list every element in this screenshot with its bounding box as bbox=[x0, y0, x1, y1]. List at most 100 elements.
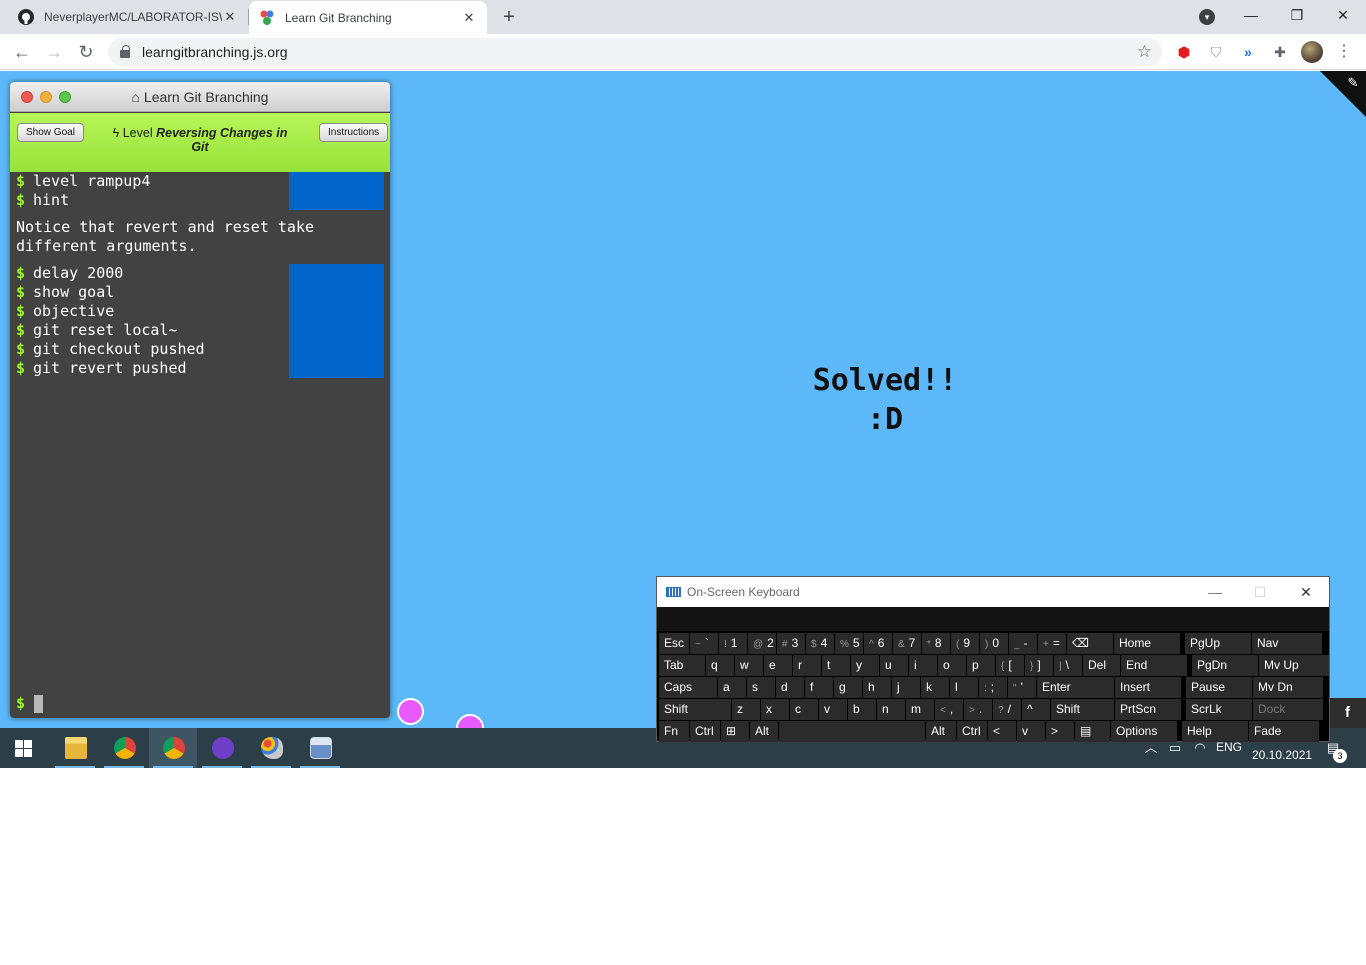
key-options[interactable]: Options bbox=[1111, 721, 1177, 742]
key-enter[interactable]: Enter bbox=[1037, 677, 1114, 698]
key-6[interactable]: ^ 6 bbox=[864, 633, 892, 654]
key-home[interactable]: Home bbox=[1114, 633, 1180, 654]
taskbar-github-desktop[interactable] bbox=[198, 728, 246, 768]
facebook-share-button[interactable]: f bbox=[1329, 698, 1366, 728]
key-symbol[interactable]: " ' bbox=[1008, 677, 1036, 698]
commit-node[interactable] bbox=[397, 698, 424, 725]
key-c[interactable]: c bbox=[790, 699, 818, 720]
key-1[interactable]: ! 1 bbox=[719, 633, 747, 654]
lock-icon[interactable] bbox=[120, 45, 130, 58]
key-symbol[interactable]: + = bbox=[1038, 633, 1066, 654]
key-alt[interactable]: Alt bbox=[750, 721, 778, 742]
clock-date[interactable]: 20.10.2021 bbox=[1252, 748, 1312, 762]
key-8[interactable]: * 8 bbox=[922, 633, 950, 654]
key-a[interactable]: a bbox=[718, 677, 746, 698]
show-goal-button[interactable]: Show Goal bbox=[17, 123, 84, 142]
key-p[interactable]: p bbox=[967, 655, 995, 676]
key-s[interactable]: s bbox=[747, 677, 775, 698]
key-symbol[interactable]: ? / bbox=[993, 699, 1021, 720]
audio-extension-icon[interactable]: » bbox=[1239, 43, 1257, 61]
url-text[interactable]: learngitbranching.js.org bbox=[142, 44, 288, 60]
key-ctrl[interactable]: Ctrl bbox=[690, 721, 720, 742]
battery-icon[interactable]: ▭ bbox=[1167, 740, 1183, 756]
key-n[interactable]: n bbox=[877, 699, 905, 720]
key-symbol[interactable]: _ - bbox=[1009, 633, 1037, 654]
restore-window-button[interactable]: ❐ bbox=[1274, 0, 1320, 30]
key-v[interactable]: v bbox=[819, 699, 847, 720]
key-pgdn[interactable]: PgDn bbox=[1192, 655, 1258, 676]
key-insert[interactable]: Insert bbox=[1115, 677, 1181, 698]
key-r[interactable]: r bbox=[793, 655, 821, 676]
key-9[interactable]: (9 bbox=[951, 633, 979, 654]
key-symbol[interactable]: < bbox=[988, 721, 1016, 742]
key-i[interactable]: i bbox=[909, 655, 937, 676]
close-window-button[interactable]: ✕ bbox=[1320, 0, 1366, 30]
back-icon[interactable]: ← bbox=[10, 40, 34, 64]
key-d[interactable]: d bbox=[776, 677, 804, 698]
extensions-puzzle-icon[interactable]: ✚ bbox=[1271, 43, 1289, 61]
osk-minimize-button[interactable]: — bbox=[1205, 582, 1225, 602]
commit-node[interactable] bbox=[456, 714, 484, 728]
key-nav[interactable]: Nav bbox=[1252, 633, 1322, 654]
settings-ribbon-icon[interactable]: ✎ bbox=[1345, 75, 1361, 91]
key-symbol[interactable]: >. bbox=[964, 699, 992, 720]
key-0[interactable]: ) 0 bbox=[980, 633, 1008, 654]
key-symbol[interactable]: ▤ bbox=[1075, 721, 1110, 742]
reload-icon[interactable]: ↻ bbox=[74, 40, 98, 64]
key-u[interactable]: u bbox=[880, 655, 908, 676]
address-bar[interactable]: learngitbranching.js.org ☆ bbox=[108, 38, 1162, 66]
language-indicator[interactable]: ENG bbox=[1216, 740, 1242, 754]
new-tab-button[interactable]: + bbox=[497, 5, 521, 29]
taskbar-file-explorer[interactable] bbox=[51, 728, 99, 768]
key-shift[interactable]: Shift bbox=[659, 699, 731, 720]
taskbar-on-screen-keyboard[interactable] bbox=[296, 728, 344, 768]
minimize-window-button[interactable]: — bbox=[1228, 0, 1274, 30]
key-dock[interactable]: Dock bbox=[1253, 699, 1323, 720]
forward-icon[interactable]: → bbox=[42, 40, 66, 64]
key-scrlk[interactable]: ScrLk bbox=[1186, 699, 1252, 720]
key-symbol[interactable]: }] bbox=[1025, 655, 1053, 676]
close-tab-icon[interactable]: ✕ bbox=[461, 10, 477, 26]
instructions-button[interactable]: Instructions bbox=[319, 123, 389, 142]
start-button[interactable] bbox=[0, 728, 48, 768]
key-4[interactable]: $4 bbox=[806, 633, 834, 654]
key-end[interactable]: End bbox=[1121, 655, 1187, 676]
key-symbol[interactable]: > bbox=[1046, 721, 1074, 742]
key-7[interactable]: & 7 bbox=[893, 633, 921, 654]
profile-avatar[interactable] bbox=[1301, 41, 1323, 63]
command-input[interactable] bbox=[34, 695, 43, 713]
key-pause[interactable]: Pause bbox=[1186, 677, 1252, 698]
key-shift[interactable]: Shift bbox=[1051, 699, 1114, 720]
key-x[interactable]: x bbox=[761, 699, 789, 720]
key-symbol[interactable]: ⌫ bbox=[1067, 633, 1113, 654]
osk-close-button[interactable]: ✕ bbox=[1296, 582, 1316, 602]
bookmark-star-icon[interactable]: ☆ bbox=[1137, 42, 1152, 62]
key-help[interactable]: Help bbox=[1182, 721, 1248, 742]
key-b[interactable]: b bbox=[848, 699, 876, 720]
osk-titlebar[interactable]: On-Screen Keyboard — ☐ ✕ bbox=[657, 577, 1329, 607]
osk-maximize-button[interactable]: ☐ bbox=[1250, 582, 1270, 602]
key-2[interactable]: @2 bbox=[748, 633, 776, 654]
key-mv-up[interactable]: Mv Up bbox=[1259, 655, 1329, 676]
key-caps[interactable]: Caps bbox=[659, 677, 717, 698]
tab-github[interactable]: NeverplayerMC/LABORATOR-ISW ✕ bbox=[8, 0, 249, 34]
adblock-extension-icon[interactable]: ⬢ bbox=[1175, 43, 1193, 61]
space-key[interactable] bbox=[779, 721, 925, 742]
key-fade[interactable]: Fade bbox=[1249, 721, 1319, 742]
key-mv-dn[interactable]: Mv Dn bbox=[1253, 677, 1323, 698]
key-m[interactable]: m bbox=[906, 699, 934, 720]
tab-learn-git-branching[interactable]: Learn Git Branching ✕ bbox=[249, 1, 487, 34]
terminal-titlebar[interactable]: ⌂ Learn Git Branching bbox=[10, 82, 390, 112]
key-5[interactable]: % 5 bbox=[835, 633, 863, 654]
key-k[interactable]: k bbox=[921, 677, 949, 698]
key-h[interactable]: h bbox=[863, 677, 891, 698]
tab-search-icon[interactable]: ▾ bbox=[1199, 9, 1215, 25]
wifi-icon[interactable]: ◠ bbox=[1192, 740, 1208, 756]
key-t[interactable]: t bbox=[822, 655, 850, 676]
key-del[interactable]: Del bbox=[1083, 655, 1120, 676]
key-f[interactable]: f bbox=[805, 677, 833, 698]
key-fn[interactable]: Fn bbox=[659, 721, 689, 742]
key-esc[interactable]: Esc bbox=[659, 633, 689, 654]
key-y[interactable]: y bbox=[851, 655, 879, 676]
taskbar-chrome[interactable] bbox=[100, 728, 148, 768]
